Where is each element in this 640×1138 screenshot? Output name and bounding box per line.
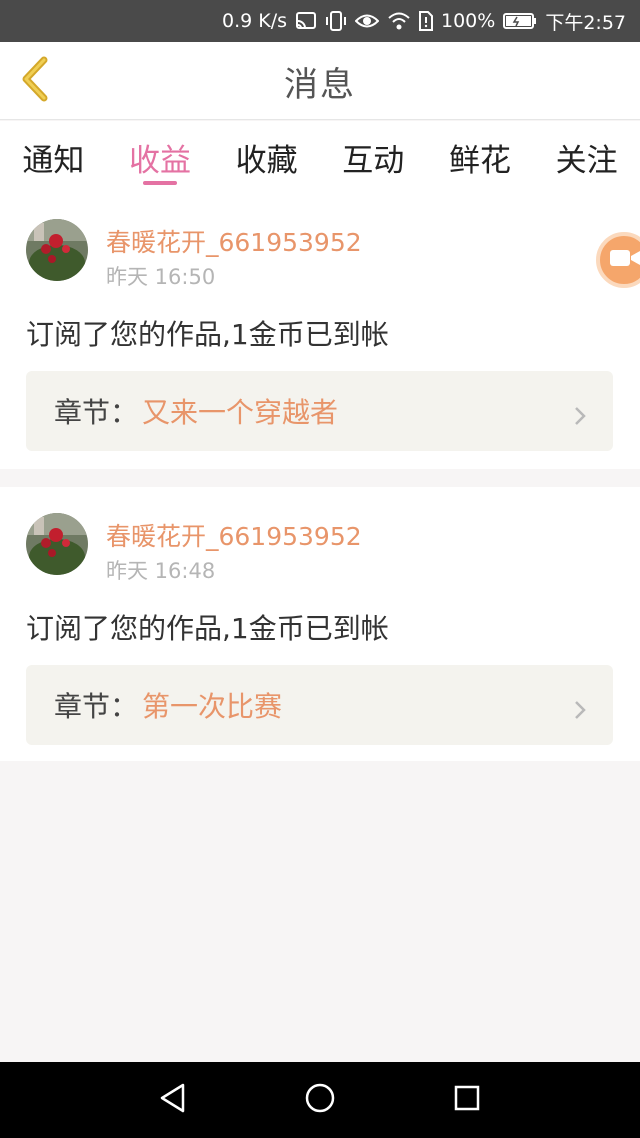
active-tab-indicator [142,181,177,185]
timestamp: 昨天 16:50 [106,265,216,289]
chapter-label: 章节： [54,396,139,429]
list-item: 春暖花开_661953952 昨天 16:48 订阅了您的作品,1金币已到帐 章… [0,487,640,761]
nav-recents-button[interactable] [437,1070,497,1130]
status-bar: 0.9 K/s 100% 下午2:57 [0,0,640,42]
page-title: 消息 [284,64,356,105]
chevron-right-icon [573,695,587,728]
tab-flowers[interactable]: 鲜花 [428,121,532,193]
tab-follows[interactable]: 关注 [535,121,639,193]
home-circle-icon [304,1082,336,1118]
tab-label: 互动 [342,143,405,179]
list-item: 春暖花开_661953952 昨天 16:50 订阅了您的作品,1金币已到帐 章… [0,193,640,469]
message-text: 订阅了您的作品,1金币已到帐 [26,612,389,645]
chapter-link[interactable]: 章节： 又来一个穿越者 [26,371,613,451]
tab-label: 收藏 [235,143,298,179]
tab-label: 通知 [22,143,85,179]
eye-icon [355,12,379,30]
tab-earnings[interactable]: 收益 [108,121,212,193]
username[interactable]: 春暖花开_661953952 [106,223,362,259]
clock: 下午2:57 [545,11,626,34]
tab-label: 鲜花 [448,143,511,179]
message-list: 春暖花开_661953952 昨天 16:50 订阅了您的作品,1金币已到帐 章… [0,193,640,761]
back-triangle-icon [158,1082,188,1118]
tab-label: 收益 [128,143,191,179]
nav-back-button[interactable] [143,1070,203,1130]
chapter-label: 章节： [54,690,139,723]
nav-home-button[interactable] [290,1070,350,1130]
message-text: 订阅了您的作品,1金币已到帐 [26,318,389,351]
chevron-right-icon [573,401,587,434]
battery-percent: 100% [441,10,496,32]
vibrate-icon [325,10,347,32]
recents-square-icon [453,1084,481,1116]
tab-notifications[interactable]: 通知 [1,121,105,193]
video-camera-icon [608,246,640,274]
chapter-title: 又来一个穿越者 [142,396,339,429]
battery-icon [503,12,537,30]
cast-icon [295,11,317,31]
wifi-icon [387,11,411,31]
tab-bar: 通知 收益 收藏 互动 鲜花 关注 [0,121,640,193]
avatar[interactable] [26,219,88,281]
tab-label: 关注 [555,143,618,179]
sim-icon [419,11,433,31]
timestamp: 昨天 16:48 [106,559,216,583]
username[interactable]: 春暖花开_661953952 [106,517,362,553]
chapter-link[interactable]: 章节： 第一次比赛 [26,665,613,745]
network-speed: 0.9 K/s [221,10,287,32]
tab-interactions[interactable]: 互动 [321,121,425,193]
system-nav-bar [0,1062,640,1138]
chapter-title: 第一次比赛 [142,690,283,723]
tab-favorites[interactable]: 收藏 [215,121,319,193]
avatar[interactable] [26,513,88,575]
header: 消息 [0,42,640,120]
